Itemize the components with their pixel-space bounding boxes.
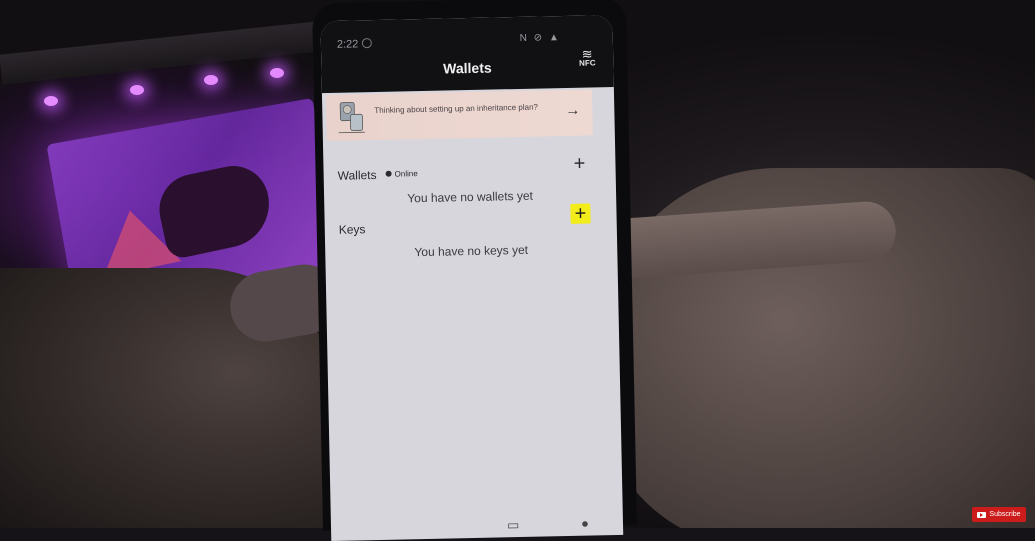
subscribe-button[interactable]: Subscribe — [972, 507, 1026, 522]
add-key-button[interactable]: + — [570, 202, 591, 225]
inheritance-banner[interactable]: Thinking about setting up an inheritance… — [325, 89, 593, 142]
status-icon — [362, 38, 373, 49]
keys-section-title: Keys — [338, 222, 366, 237]
keys-empty-message: You have no keys yet — [414, 242, 529, 260]
phone: 2:22 N ⊘ ▲ Wallets ≋ NFC Thinking about … — [312, 0, 638, 541]
status-icons: N ⊘ ▲ — [519, 32, 561, 44]
plus-icon: + — [574, 202, 587, 225]
phone-screen: 2:22 N ⊘ ▲ Wallets ≋ NFC Thinking about … — [320, 15, 624, 541]
subscribe-label: Subscribe — [989, 511, 1021, 518]
document-icon[interactable]: ▭ — [507, 517, 520, 533]
led-light — [44, 96, 58, 106]
led-light — [204, 75, 218, 85]
nfc-label: NFC — [579, 58, 596, 68]
led-light — [270, 68, 284, 78]
online-status-badge: Online — [385, 169, 418, 179]
page-title: Wallets — [443, 59, 492, 77]
nfc-button[interactable]: ≋ NFC — [573, 46, 601, 68]
status-dot-icon — [385, 170, 392, 177]
add-wallet-button[interactable]: + — [569, 152, 589, 175]
wallets-section-title: Wallets — [337, 167, 377, 183]
app-header: 2:22 N ⊘ ▲ Wallets ≋ NFC — [320, 15, 614, 94]
arrow-right-icon[interactable]: → — [565, 102, 580, 119]
profile-icon[interactable]: ● — [581, 516, 589, 531]
inheritance-illustration-icon — [338, 102, 365, 134]
status-time: 2:22 — [337, 38, 373, 51]
banner-text: Thinking about setting up an inheritance… — [374, 102, 539, 116]
led-light — [130, 85, 144, 95]
youtube-icon — [977, 511, 987, 518]
plus-icon: + — [573, 152, 586, 175]
